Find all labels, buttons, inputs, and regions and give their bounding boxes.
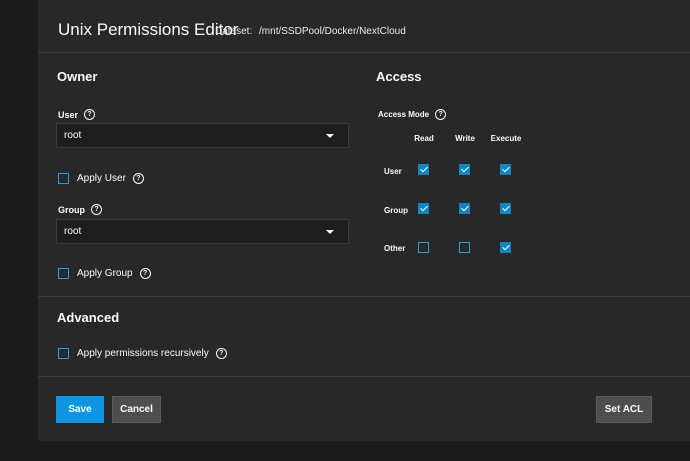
advanced-section-title: Advanced bbox=[57, 310, 120, 325]
apply-group-row[interactable]: Apply Group ? bbox=[58, 268, 151, 279]
access-mode-text: Access Mode bbox=[378, 110, 430, 119]
user-select-value: root bbox=[64, 130, 82, 141]
apply-group-label: Apply Group bbox=[77, 268, 133, 279]
section-divider bbox=[38, 296, 690, 297]
user-read-checkbox[interactable] bbox=[418, 164, 429, 175]
user-write-checkbox[interactable] bbox=[459, 164, 470, 175]
apply-recursive-checkbox[interactable] bbox=[58, 348, 69, 359]
user-select[interactable]: root bbox=[56, 123, 349, 148]
group-field-label: Group ? bbox=[58, 204, 102, 215]
user-label-text: User bbox=[58, 109, 79, 120]
group-label-text: Group bbox=[58, 204, 85, 215]
column-header-read: Read bbox=[414, 134, 434, 143]
group-read-checkbox[interactable] bbox=[418, 203, 429, 214]
group-execute-checkbox[interactable] bbox=[500, 203, 511, 214]
dialog-title: Unix Permissions Editor bbox=[58, 20, 239, 39]
save-button[interactable]: Save bbox=[56, 396, 104, 423]
column-header-write: Write bbox=[455, 134, 475, 143]
apply-group-checkbox[interactable] bbox=[58, 268, 69, 279]
help-icon[interactable]: ? bbox=[91, 204, 102, 215]
other-execute-checkbox[interactable] bbox=[500, 242, 511, 253]
cancel-button[interactable]: Cancel bbox=[112, 396, 161, 423]
other-write-checkbox[interactable] bbox=[459, 242, 470, 253]
owner-section-title: Owner bbox=[57, 69, 98, 84]
set-acl-button[interactable]: Set ACL bbox=[596, 396, 652, 423]
group-select-value: root bbox=[64, 226, 82, 237]
apply-recursive-label: Apply permissions recursively bbox=[77, 348, 209, 359]
dataset-path: /mnt/SSDPool/Docker/NextCloud bbox=[259, 26, 406, 37]
group-write-checkbox[interactable] bbox=[459, 203, 470, 214]
access-row-group: Group bbox=[384, 206, 408, 215]
apply-user-row[interactable]: Apply User ? bbox=[58, 173, 144, 184]
access-row-other: Other bbox=[384, 244, 406, 253]
user-field-label: User ? bbox=[58, 109, 96, 120]
dataset-label: Dataset: bbox=[215, 26, 253, 37]
dataset-info: Dataset: /mnt/SSDPool/Docker/NextCloud bbox=[215, 26, 406, 37]
chevron-down-icon bbox=[326, 230, 334, 234]
footer-divider bbox=[38, 376, 690, 377]
help-icon[interactable]: ? bbox=[84, 109, 96, 120]
help-icon[interactable]: ? bbox=[215, 348, 227, 359]
group-select[interactable]: root bbox=[56, 219, 349, 244]
apply-user-checkbox[interactable] bbox=[58, 173, 69, 184]
help-icon[interactable]: ? bbox=[132, 173, 144, 184]
help-icon[interactable]: ? bbox=[435, 109, 447, 120]
access-mode-label: Access Mode ? bbox=[378, 109, 447, 120]
access-section-title: Access bbox=[376, 69, 422, 84]
permissions-dialog: Unix Permissions Editor Dataset: /mnt/SS… bbox=[38, 0, 690, 441]
dialog-header: Unix Permissions Editor Dataset: /mnt/SS… bbox=[38, 0, 690, 53]
chevron-down-icon bbox=[326, 134, 334, 138]
recursive-row[interactable]: Apply permissions recursively ? bbox=[58, 348, 227, 359]
other-read-checkbox[interactable] bbox=[418, 242, 429, 253]
column-header-execute: Execute bbox=[490, 134, 522, 143]
help-icon[interactable]: ? bbox=[139, 268, 151, 279]
user-execute-checkbox[interactable] bbox=[500, 164, 511, 175]
access-row-user: User bbox=[384, 167, 402, 176]
apply-user-label: Apply User bbox=[77, 173, 126, 184]
